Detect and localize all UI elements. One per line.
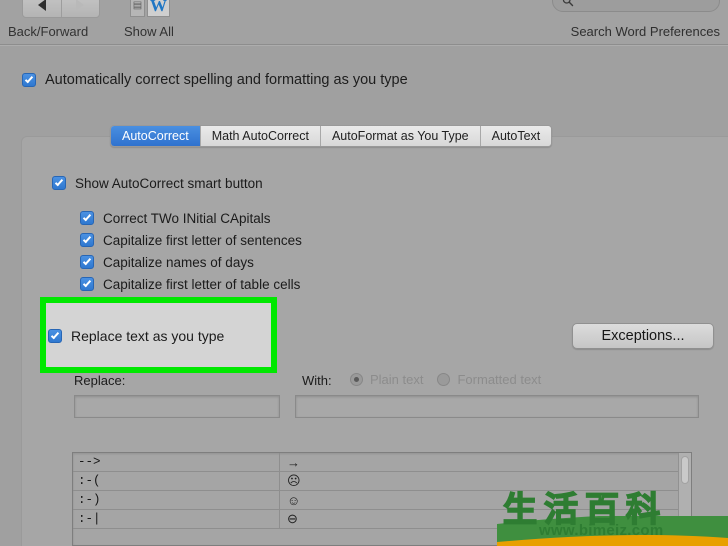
with-field-label: With: [302, 373, 332, 388]
radio-formatted-text-label: Formatted text [457, 372, 542, 387]
preferences-tab-bar[interactable]: AutoCorrect Math AutoCorrect AutoFormat … [110, 125, 553, 147]
option-row-two-initial-capitals[interactable]: Correct TWo INitial CApitals [80, 207, 302, 229]
replace-text-label: Replace text as you type [71, 328, 225, 344]
forward-arrow-icon [76, 0, 85, 11]
checkbox-correct-two-initial-capitals[interactable] [80, 211, 94, 225]
forward-button[interactable] [60, 0, 100, 17]
option-label: Capitalize first letter of table cells [103, 276, 301, 292]
replace-input[interactable] [74, 395, 280, 418]
option-label: Correct TWo INitial CApitals [103, 210, 271, 226]
back-forward-label: Back/Forward [8, 24, 89, 39]
word-autocorrect-preferences-window: Back/Forward ▤ W Show All Search Word Pr… [0, 0, 728, 546]
with-input[interactable] [295, 395, 699, 418]
auto-correct-master-label: Automatically correct spelling and forma… [45, 72, 408, 88]
option-label: Show AutoCorrect smart button [75, 175, 263, 191]
back-button[interactable] [23, 0, 61, 17]
table-cell-replace: :-( [73, 472, 280, 490]
radio-row-plain-text[interactable]: Plain text [350, 372, 423, 387]
tab-autotext[interactable]: AutoText [479, 126, 552, 146]
checkbox-capitalize-names-of-days[interactable] [80, 255, 94, 269]
radio-row-formatted-text[interactable]: Formatted text [437, 372, 541, 387]
checkbox-capitalize-first-letter-of-sentences[interactable] [80, 233, 94, 247]
search-input[interactable] [552, 0, 720, 12]
text-format-radio-group[interactable]: Plain text Formatted text [350, 372, 541, 387]
watermark-url: www.bimeiz.com [539, 522, 664, 539]
search-icon [562, 0, 574, 7]
toolbar-divider [0, 44, 728, 45]
exceptions-button[interactable]: Exceptions... [572, 323, 714, 349]
checkbox-capitalize-first-letter-of-table-cells[interactable] [80, 277, 94, 291]
tab-autocorrect[interactable]: AutoCorrect [111, 126, 200, 146]
radio-formatted-text[interactable] [437, 373, 451, 386]
radio-plain-text-label: Plain text [370, 372, 424, 387]
option-row-capitalize-table-cells[interactable]: Capitalize first letter of table cells [80, 273, 302, 295]
table-cell-replace: :-) [73, 491, 280, 509]
checkbox-replace-text-as-you-type[interactable] [48, 329, 62, 343]
radio-plain-text[interactable] [350, 373, 363, 386]
replace-field-label: Replace: [74, 373, 126, 388]
tab-autoformat-as-you-type[interactable]: AutoFormat as You Type [319, 126, 480, 146]
watermark: 生活百科 www.bimeiz.com [497, 478, 728, 546]
table-cell-replace: :-| [73, 510, 280, 528]
back-arrow-icon [37, 0, 46, 11]
table-row[interactable]: --> → [73, 453, 691, 472]
auto-correct-master-checkbox[interactable] [22, 73, 36, 87]
auto-correct-master-checkbox-row[interactable]: Automatically correct spelling and forma… [22, 72, 408, 88]
back-forward-control[interactable] [22, 0, 100, 18]
option-row-capitalize-days[interactable]: Capitalize names of days [80, 251, 302, 273]
preferences-toolbar: Back/Forward ▤ W Show All Search Word Pr… [0, 0, 728, 45]
checkbox-show-autocorrect-smart-button[interactable] [52, 176, 66, 190]
search-label: Search Word Preferences [570, 24, 720, 39]
show-all-button[interactable]: ▤ W [130, 0, 170, 18]
option-row-capitalize-sentences[interactable]: Capitalize first letter of sentences [80, 229, 302, 251]
option-row-smart-button[interactable]: Show AutoCorrect smart button [52, 172, 302, 194]
autocorrect-options-list: Show AutoCorrect smart button Correct TW… [52, 172, 302, 295]
tab-math-autocorrect[interactable]: Math AutoCorrect [199, 126, 320, 146]
table-cell-with: → [287, 454, 300, 470]
table-cell-replace: --> [73, 453, 280, 471]
option-label: Capitalize first letter of sentences [103, 232, 302, 248]
grid-icon: ▤ [130, 0, 145, 17]
option-label: Capitalize names of days [103, 254, 254, 270]
word-icon: W [147, 0, 170, 17]
option-row-replace-text-as-you-type[interactable]: Replace text as you type [48, 328, 224, 344]
show-all-label: Show All [124, 24, 174, 39]
